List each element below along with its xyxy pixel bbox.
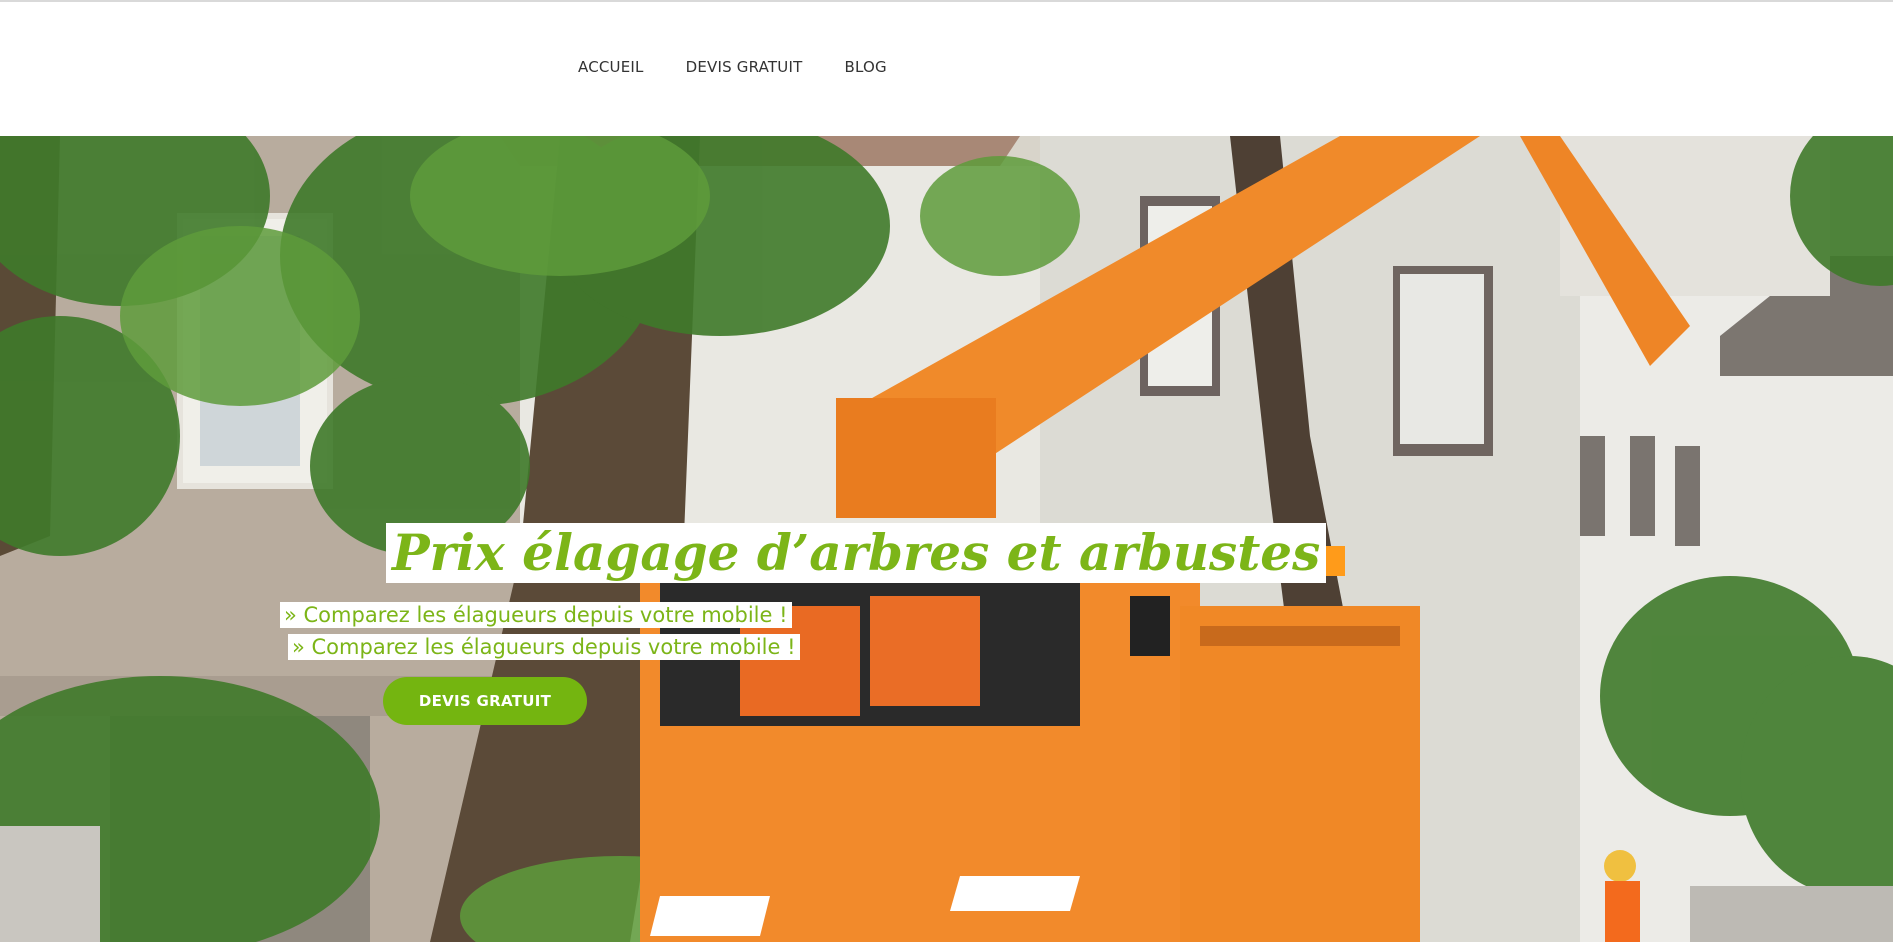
hero-subtitle-2: » Comparez les élagueurs depuis votre mo… <box>288 634 800 660</box>
hero-subtitle-1: » Comparez les élagueurs depuis votre mo… <box>280 602 792 628</box>
hero-banner: Prix élagage d’arbres et arbustes » Comp… <box>0 136 1893 942</box>
nav-item-accueil[interactable]: ACCUEIL <box>578 58 644 76</box>
hero-title: Prix élagage d’arbres et arbustes <box>386 523 1327 583</box>
main-nav: ACCUEIL DEVIS GRATUIT BLOG <box>578 58 929 76</box>
devis-gratuit-button[interactable]: DEVIS GRATUIT <box>383 677 587 725</box>
site-header: ACCUEIL DEVIS GRATUIT BLOG <box>0 2 1893 136</box>
nav-item-blog[interactable]: BLOG <box>844 58 886 76</box>
nav-item-devis-gratuit[interactable]: DEVIS GRATUIT <box>686 58 803 76</box>
